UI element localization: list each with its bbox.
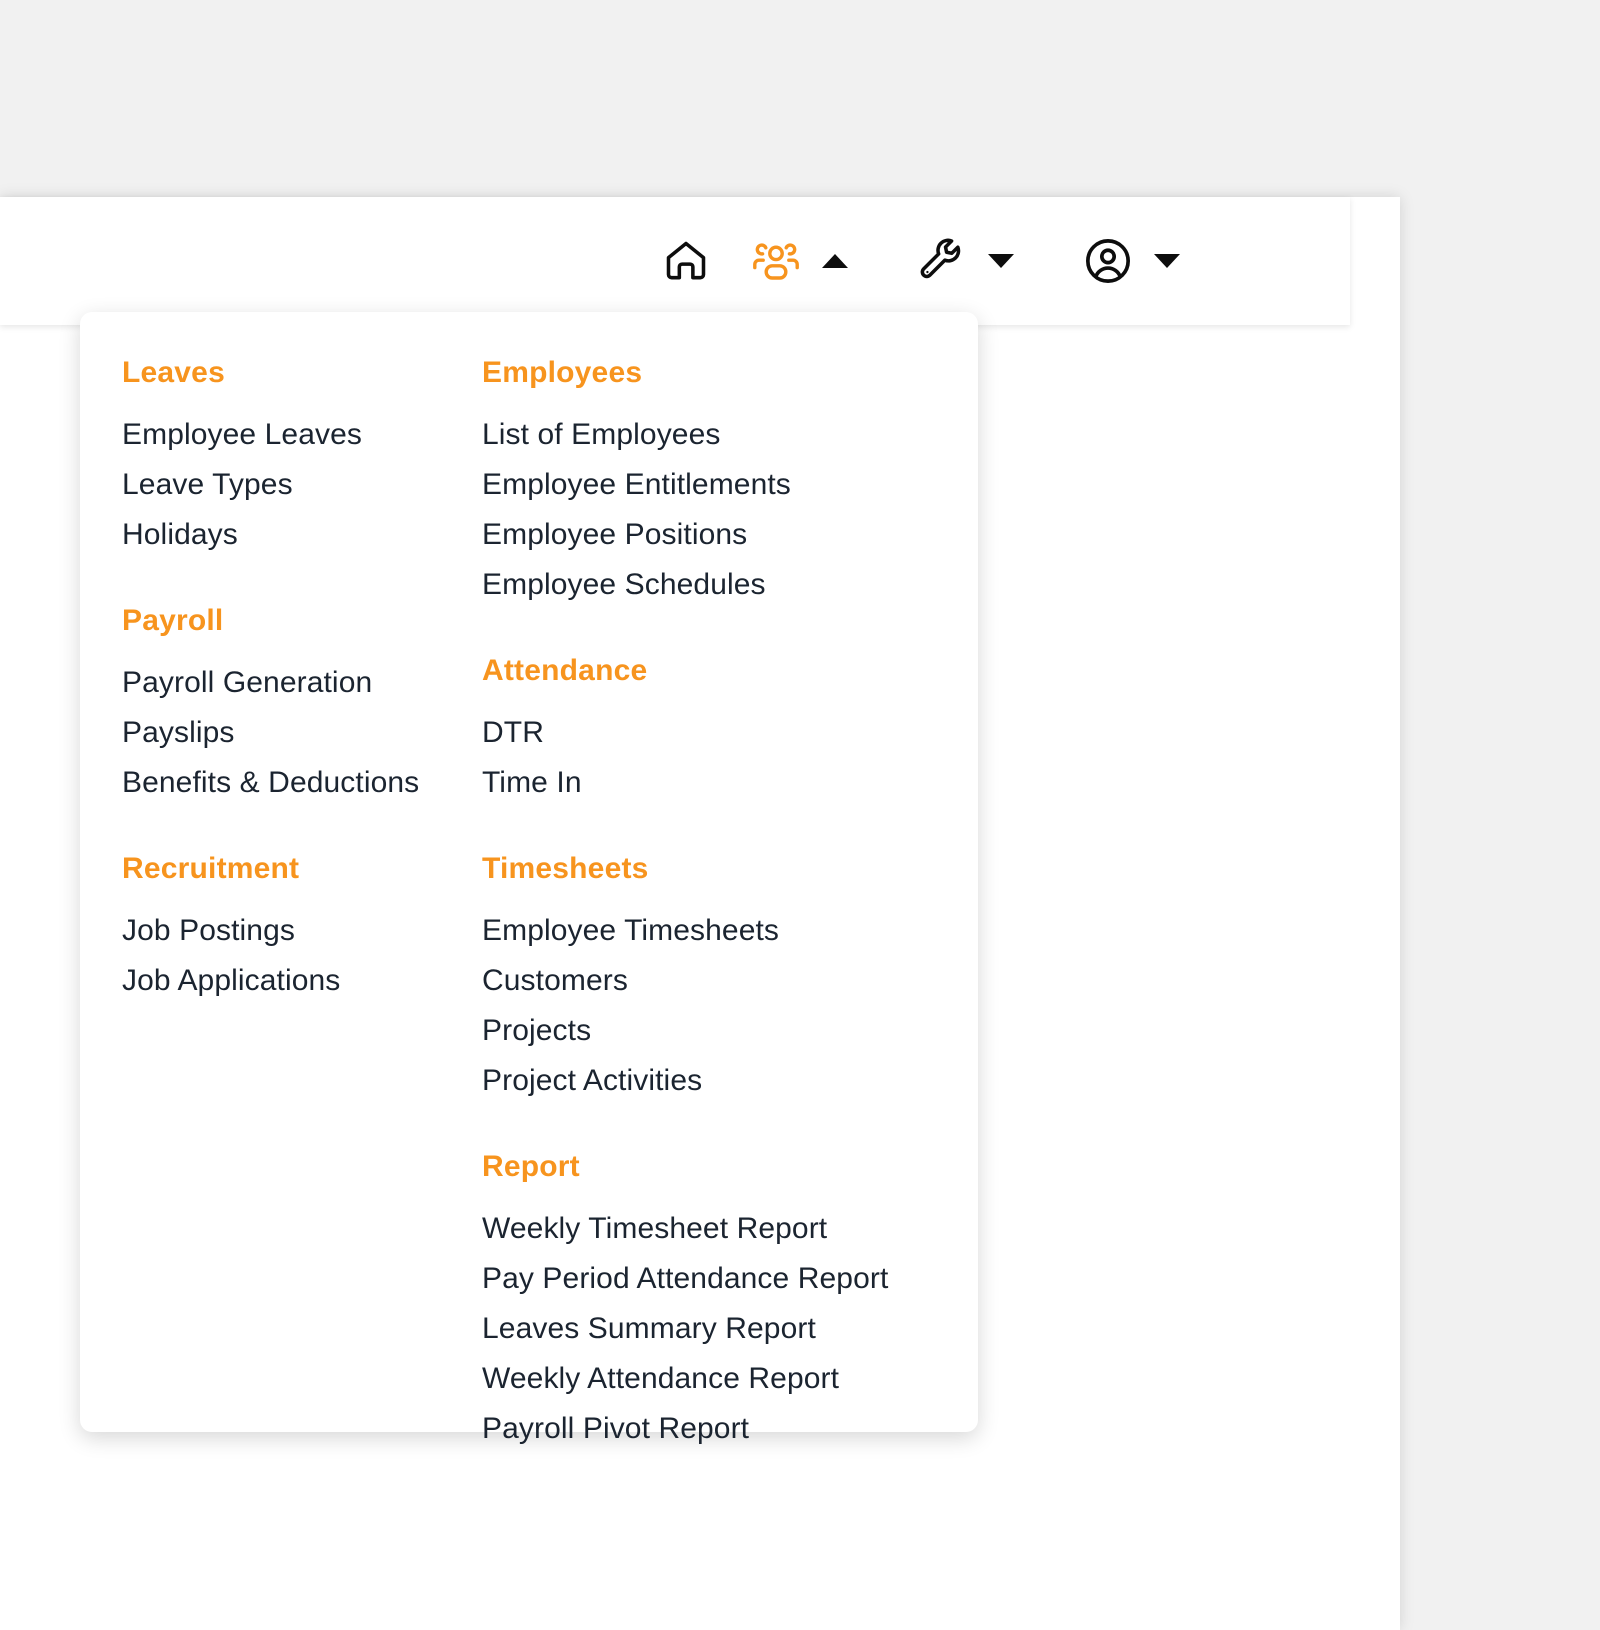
- wrench-icon[interactable]: [916, 235, 968, 287]
- navbar-icon-group: [660, 235, 1210, 287]
- menu-link-employee-timesheets[interactable]: Employee Timesheets: [482, 906, 900, 956]
- menu-link-employee-entitlements[interactable]: Employee Entitlements: [482, 460, 900, 510]
- menu-link-job-applications[interactable]: Job Applications: [122, 956, 440, 1006]
- menu-link-payroll-pivot-report[interactable]: Payroll Pivot Report: [482, 1404, 900, 1454]
- mega-menu-column-right: Employees List of Employees Employee Entit…: [440, 358, 900, 1446]
- page-root: Leaves Employee Leaves Leave Types Holidays…: [0, 0, 1600, 1630]
- section-heading-timesheets: Timesheets: [482, 852, 649, 885]
- menu-link-employee-positions[interactable]: Employee Positions: [482, 510, 900, 560]
- menu-link-employee-leaves[interactable]: Employee Leaves: [122, 410, 440, 460]
- menu-link-benefits-and-deductions[interactable]: Benefits & Deductions: [122, 758, 440, 808]
- section-heading-attendance: Attendance: [482, 654, 648, 687]
- menu-section-timesheets: Timesheets Employee Timesheets Customers Pr…: [482, 854, 900, 1106]
- menu-section-recruitment: Recruitment Job Postings Job Applications: [122, 854, 440, 1006]
- nav-item-hr[interactable]: [750, 235, 802, 287]
- section-heading-report: Report: [482, 1150, 580, 1183]
- menu-section-report: Report Weekly Timesheet Report Pay Period …: [482, 1152, 900, 1454]
- section-heading-employees: Employees: [482, 356, 643, 389]
- menu-link-time-in[interactable]: Time In: [482, 758, 900, 808]
- chevron-down-icon-tools[interactable]: [988, 254, 1014, 268]
- menu-section-employees: Employees List of Employees Employee Entit…: [482, 358, 900, 610]
- people-icon[interactable]: [750, 235, 802, 287]
- menu-link-project-activities[interactable]: Project Activities: [482, 1056, 900, 1106]
- menu-section-attendance: Attendance DTR Time In: [482, 656, 900, 808]
- menu-link-weekly-attendance-report[interactable]: Weekly Attendance Report: [482, 1354, 900, 1404]
- menu-link-leave-types[interactable]: Leave Types: [122, 460, 440, 510]
- nav-item-home[interactable]: [660, 235, 712, 287]
- menu-link-dtr[interactable]: DTR: [482, 708, 900, 758]
- menu-link-holidays[interactable]: Holidays: [122, 510, 440, 560]
- mega-menu-column-left: Leaves Employee Leaves Leave Types Holidays…: [80, 358, 440, 1432]
- menu-link-leaves-summary-report[interactable]: Leaves Summary Report: [482, 1304, 900, 1354]
- section-heading-leaves: Leaves: [122, 356, 225, 389]
- menu-link-payslips[interactable]: Payslips: [122, 708, 440, 758]
- account-icon[interactable]: [1082, 235, 1134, 287]
- menu-link-payroll-generation[interactable]: Payroll Generation: [122, 658, 440, 708]
- hr-mega-menu-dropdown: Leaves Employee Leaves Leave Types Holidays…: [80, 312, 978, 1446]
- top-navbar: [0, 197, 1350, 325]
- chevron-down-icon-account[interactable]: [1154, 254, 1180, 268]
- menu-link-job-postings[interactable]: Job Postings: [122, 906, 440, 956]
- menu-link-pay-period-attendance-report[interactable]: Pay Period Attendance Report: [482, 1254, 900, 1304]
- menu-link-list-of-employees[interactable]: List of Employees: [482, 410, 900, 460]
- nav-item-account[interactable]: [1082, 235, 1134, 287]
- home-icon[interactable]: [660, 235, 712, 287]
- menu-link-projects[interactable]: Projects: [482, 1006, 900, 1056]
- chevron-up-icon-hr[interactable]: [822, 254, 848, 268]
- menu-section-leaves: Leaves Employee Leaves Leave Types Holidays: [122, 358, 440, 560]
- menu-link-customers[interactable]: Customers: [482, 956, 900, 1006]
- menu-link-weekly-timesheet-report[interactable]: Weekly Timesheet Report: [482, 1204, 900, 1254]
- menu-link-employee-schedules[interactable]: Employee Schedules: [482, 560, 900, 610]
- section-heading-payroll: Payroll: [122, 604, 224, 637]
- menu-section-payroll: Payroll Payroll Generation Payslips Benefit…: [122, 606, 440, 808]
- section-heading-recruitment: Recruitment: [122, 852, 300, 885]
- nav-item-tools[interactable]: [916, 235, 968, 287]
